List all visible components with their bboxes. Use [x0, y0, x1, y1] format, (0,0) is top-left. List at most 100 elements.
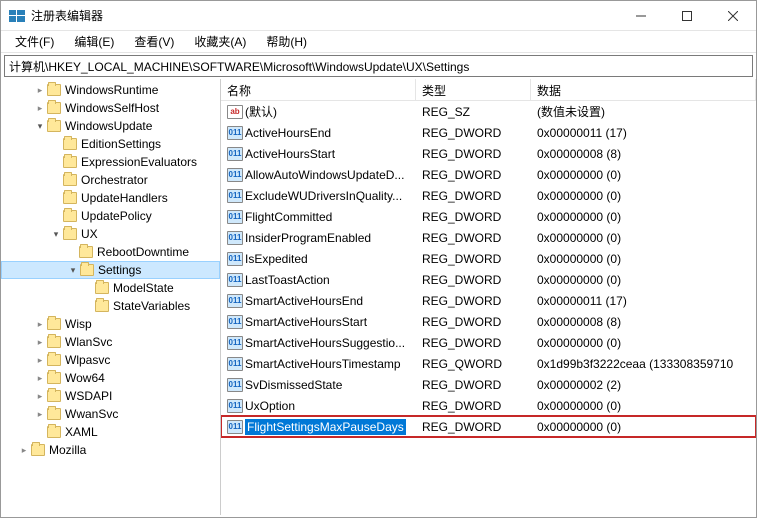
menu-bar: 文件(F) 编辑(E) 查看(V) 收藏夹(A) 帮助(H) [1, 31, 756, 53]
minimize-button[interactable] [618, 1, 664, 30]
value-name: ActiveHoursStart [245, 147, 335, 161]
value-name-cell: 011ActiveHoursStart [221, 147, 416, 161]
value-row[interactable]: 011AllowAutoWindowsUpdateD...REG_DWORD0x… [221, 164, 756, 185]
tree-item[interactable]: ExpressionEvaluators [1, 153, 220, 171]
chevron-right-icon[interactable] [33, 83, 47, 97]
tree-item-label: WlanSvc [65, 335, 112, 349]
list-header: 名称 类型 数据 [221, 79, 756, 101]
chevron-right-icon[interactable] [33, 407, 47, 421]
maximize-button[interactable] [664, 1, 710, 30]
folder-icon [63, 228, 77, 240]
value-row[interactable]: 011FlightSettingsMaxPauseDaysREG_DWORD0x… [221, 416, 756, 437]
folder-icon [47, 336, 61, 348]
value-row[interactable]: 011ActiveHoursStartREG_DWORD0x00000008 (… [221, 143, 756, 164]
expander-spacer [81, 281, 95, 295]
value-name: FlightSettingsMaxPauseDays [245, 419, 406, 435]
expander-spacer [65, 245, 79, 259]
menu-edit[interactable]: 编辑(E) [64, 31, 124, 52]
chevron-right-icon[interactable] [33, 335, 47, 349]
value-row[interactable]: 011FlightCommittedREG_DWORD0x00000000 (0… [221, 206, 756, 227]
tree-item-label: ModelState [113, 281, 174, 295]
tree-item[interactable]: WSDAPI [1, 387, 220, 405]
expander-spacer [49, 173, 63, 187]
tree-item[interactable]: RebootDowntime [1, 243, 220, 261]
value-row[interactable]: 011ActiveHoursEndREG_DWORD0x00000011 (17… [221, 122, 756, 143]
column-data[interactable]: 数据 [531, 79, 756, 100]
tree-item[interactable]: WwanSvc [1, 405, 220, 423]
value-row[interactable]: 011ExcludeWUDriversInQuality...REG_DWORD… [221, 185, 756, 206]
menu-view[interactable]: 查看(V) [124, 31, 184, 52]
tree-item[interactable]: Wow64 [1, 369, 220, 387]
tree-item-label: XAML [65, 425, 98, 439]
chevron-down-icon[interactable] [49, 227, 63, 241]
value-name-cell: 011FlightCommitted [221, 210, 416, 224]
value-row[interactable]: 011SmartActiveHoursEndREG_DWORD0x0000001… [221, 290, 756, 311]
folder-icon [47, 102, 61, 114]
binary-value-icon: 011 [227, 315, 243, 329]
chevron-right-icon[interactable] [33, 317, 47, 331]
values-list[interactable]: 名称 类型 数据 ab(默认)REG_SZ(数值未设置)011ActiveHou… [221, 79, 756, 515]
binary-value-icon: 011 [227, 357, 243, 371]
value-row[interactable]: 011SvDismissedStateREG_DWORD0x00000002 (… [221, 374, 756, 395]
value-data: 0x00000000 (0) [531, 420, 756, 434]
value-name: SmartActiveHoursTimestamp [245, 357, 401, 371]
binary-value-icon: 011 [227, 231, 243, 245]
chevron-down-icon[interactable] [33, 119, 47, 133]
tree-item[interactable]: Wlpasvc [1, 351, 220, 369]
address-bar[interactable]: 计算机\HKEY_LOCAL_MACHINE\SOFTWARE\Microsof… [4, 55, 753, 77]
chevron-right-icon[interactable] [33, 371, 47, 385]
tree-item[interactable]: Mozilla [1, 441, 220, 459]
value-row[interactable]: 011LastToastActionREG_DWORD0x00000000 (0… [221, 269, 756, 290]
chevron-right-icon[interactable] [33, 353, 47, 367]
tree-item[interactable]: WlanSvc [1, 333, 220, 351]
chevron-right-icon[interactable] [33, 101, 47, 115]
column-type[interactable]: 类型 [416, 79, 531, 100]
value-row[interactable]: ab(默认)REG_SZ(数值未设置) [221, 101, 756, 122]
value-type: REG_DWORD [416, 252, 531, 266]
value-row[interactable]: 011SmartActiveHoursSuggestio...REG_DWORD… [221, 332, 756, 353]
tree-item[interactable]: WindowsUpdate [1, 117, 220, 135]
tree-item[interactable]: EditionSettings [1, 135, 220, 153]
value-type: REG_DWORD [416, 399, 531, 413]
chevron-down-icon[interactable] [66, 263, 80, 277]
close-button[interactable] [710, 1, 756, 30]
tree-item[interactable]: WindowsRuntime [1, 81, 220, 99]
value-row[interactable]: 011SmartActiveHoursStartREG_DWORD0x00000… [221, 311, 756, 332]
chevron-right-icon[interactable] [17, 443, 31, 457]
chevron-right-icon[interactable] [33, 389, 47, 403]
tree-item[interactable]: UpdateHandlers [1, 189, 220, 207]
tree-item[interactable]: UX [1, 225, 220, 243]
binary-value-icon: 011 [227, 252, 243, 266]
value-name: SmartActiveHoursStart [245, 315, 367, 329]
tree-item[interactable]: Orchestrator [1, 171, 220, 189]
app-icon [9, 8, 25, 24]
tree-item-label: Wow64 [65, 371, 105, 385]
value-data: 0x00000000 (0) [531, 399, 756, 413]
tree-item-label: StateVariables [113, 299, 190, 313]
value-data: 0x00000011 (17) [531, 294, 756, 308]
value-row[interactable]: 011IsExpeditedREG_DWORD0x00000000 (0) [221, 248, 756, 269]
tree-item[interactable]: UpdatePolicy [1, 207, 220, 225]
tree-item[interactable]: ModelState [1, 279, 220, 297]
menu-file[interactable]: 文件(F) [5, 31, 64, 52]
value-data: 0x00000011 (17) [531, 126, 756, 140]
folder-icon [47, 426, 61, 438]
value-type: REG_DWORD [416, 189, 531, 203]
tree-item[interactable]: WindowsSelfHost [1, 99, 220, 117]
string-value-icon: ab [227, 105, 243, 119]
value-data: 0x00000002 (2) [531, 378, 756, 392]
window-title: 注册表编辑器 [31, 7, 618, 24]
value-row[interactable]: 011InsiderProgramEnabledREG_DWORD0x00000… [221, 227, 756, 248]
menu-favorites[interactable]: 收藏夹(A) [184, 31, 256, 52]
folder-icon [63, 210, 77, 222]
tree-item[interactable]: StateVariables [1, 297, 220, 315]
menu-help[interactable]: 帮助(H) [256, 31, 317, 52]
value-row[interactable]: 011SmartActiveHoursTimestampREG_QWORD0x1… [221, 353, 756, 374]
column-name[interactable]: 名称 [221, 79, 416, 100]
folder-icon [47, 120, 61, 132]
registry-tree[interactable]: WindowsRuntimeWindowsSelfHostWindowsUpda… [1, 79, 221, 515]
value-row[interactable]: 011UxOptionREG_DWORD0x00000000 (0) [221, 395, 756, 416]
tree-item[interactable]: Wisp [1, 315, 220, 333]
tree-item[interactable]: XAML [1, 423, 220, 441]
tree-item[interactable]: Settings [1, 261, 220, 279]
